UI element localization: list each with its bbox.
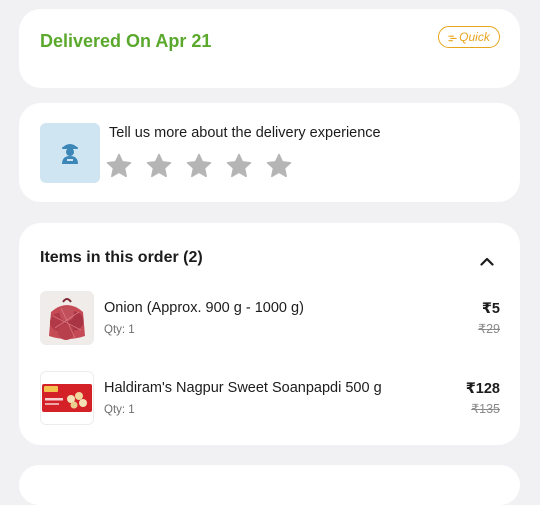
- next-section-card: [19, 465, 520, 505]
- soanpapdi-product-image: [40, 371, 94, 425]
- onion-product-image: [40, 291, 94, 345]
- quick-badge-label: Quick: [459, 30, 490, 44]
- order-item-row[interactable]: Onion (Approx. 900 g - 1000 g) Qty: 1 ₹5…: [19, 290, 520, 346]
- star-icon[interactable]: [146, 153, 172, 179]
- star-icon[interactable]: [186, 153, 212, 179]
- item-mrp: ₹135: [471, 402, 500, 416]
- item-mrp: ₹29: [478, 322, 500, 336]
- delivery-rating-card: Tell us more about the delivery experien…: [19, 103, 520, 202]
- star-icon[interactable]: [266, 153, 292, 179]
- delivery-person-icon: [40, 123, 100, 183]
- order-items-title: Items in this order (2): [40, 249, 203, 266]
- item-name: Onion (Approx. 900 g - 1000 g): [104, 300, 304, 316]
- bolt-icon: [448, 35, 457, 41]
- quick-badge: Quick: [438, 26, 500, 48]
- star-icon[interactable]: [106, 153, 132, 179]
- order-item-row[interactable]: Haldiram's Nagpur Sweet Soanpapdi 500 g …: [19, 370, 520, 426]
- star-rating[interactable]: [106, 153, 292, 179]
- chevron-up-icon[interactable]: [478, 252, 496, 270]
- item-quantity: Qty: 1: [104, 404, 135, 416]
- item-quantity: Qty: 1: [104, 324, 135, 336]
- delivery-status-card: Delivered On Apr 21 Quick: [19, 9, 520, 88]
- star-icon[interactable]: [226, 153, 252, 179]
- item-price: ₹128: [465, 381, 500, 397]
- item-price: ₹5: [481, 301, 500, 317]
- order-items-card: Items in this order (2) Onion (Approx. 9…: [19, 223, 520, 445]
- rating-prompt: Tell us more about the delivery experien…: [109, 125, 381, 141]
- item-name: Haldiram's Nagpur Sweet Soanpapdi 500 g: [104, 380, 382, 396]
- delivery-status-text: Delivered On Apr 21: [40, 31, 212, 51]
